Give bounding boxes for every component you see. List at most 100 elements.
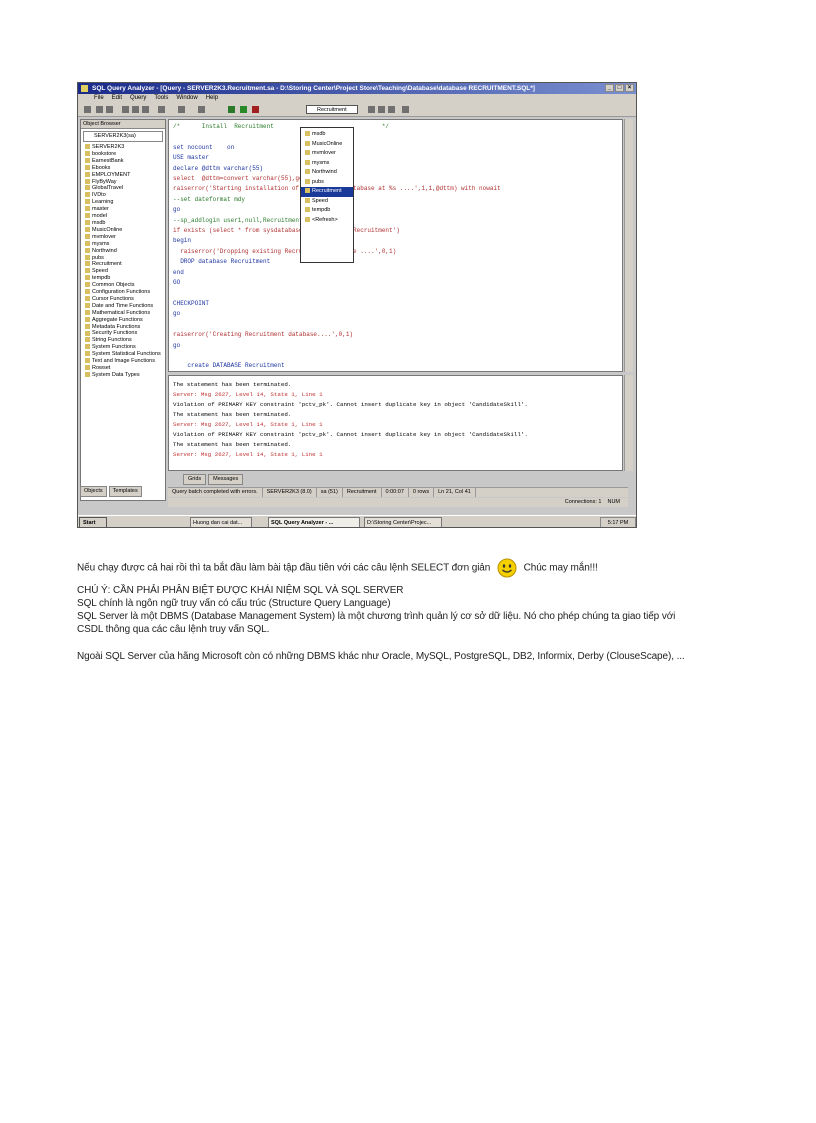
- tree-item[interactable]: Security Functions: [85, 330, 165, 337]
- tree-item[interactable]: Recruitment: [85, 261, 165, 268]
- dropdown-option[interactable]: pubs: [301, 178, 353, 188]
- taskbar-item-3[interactable]: D:\Storing Center\Projec...: [364, 517, 442, 527]
- folder-icon: [85, 358, 90, 364]
- undo-icon[interactable]: [178, 106, 185, 113]
- dropdown-option[interactable]: <Refresh>: [301, 216, 353, 226]
- status-field: sa (51): [317, 488, 343, 497]
- tree-item[interactable]: Text and Image Functions: [85, 358, 165, 365]
- tree-item[interactable]: master: [85, 206, 165, 213]
- result-line: Violation of PRIMARY KEY constraint 'pct…: [173, 431, 528, 438]
- tree-item[interactable]: Aggregate Functions: [85, 317, 165, 324]
- new-query-icon[interactable]: [84, 106, 91, 113]
- dropdown-option[interactable]: mvmlover: [301, 149, 353, 159]
- tree-item[interactable]: Speed: [85, 268, 165, 275]
- folder-icon: [85, 289, 90, 295]
- dropdown-option[interactable]: Speed: [301, 197, 353, 207]
- dropdown-option[interactable]: tempdb: [301, 206, 353, 216]
- save-icon[interactable]: [106, 106, 113, 113]
- tree-item[interactable]: msdb: [85, 220, 165, 227]
- maximize-icon[interactable]: □: [615, 84, 624, 92]
- tree-item-label: Learning: [92, 199, 114, 206]
- find-icon[interactable]: [158, 106, 165, 113]
- minimize-icon[interactable]: _: [605, 84, 614, 92]
- menu-item[interactable]: Help: [206, 94, 218, 103]
- note-heading: CHÚ Ý: CẦN PHẢI PHÂN BIỆT ĐƯỢC KHÁI NIỆM…: [77, 585, 404, 596]
- taskbar-item-2[interactable]: SQL Query Analyzer - ...: [268, 517, 360, 527]
- trace-icon[interactable]: [378, 106, 385, 113]
- status-bar: Query batch completed with errors. SERVER…: [168, 487, 628, 497]
- tree-item[interactable]: tempdb: [85, 275, 165, 282]
- tree-item[interactable]: String Functions: [85, 337, 165, 344]
- menu-item[interactable]: Tools: [154, 94, 168, 103]
- tree-item[interactable]: bookstore: [85, 151, 165, 158]
- object-browser-tab[interactable]: Templates: [108, 486, 142, 497]
- check-icon[interactable]: [228, 106, 235, 113]
- tree-item-label: Mathematical Functions: [92, 309, 151, 316]
- tree-item[interactable]: Metadata Functions: [85, 324, 165, 331]
- tree-item[interactable]: Learning: [85, 199, 165, 206]
- tree-item[interactable]: Common Objects: [85, 282, 165, 289]
- start-button[interactable]: Start: [79, 517, 107, 527]
- status-field: NUM: [607, 499, 620, 505]
- taskbar-item-1[interactable]: Huong dan cai dat...: [190, 517, 252, 527]
- stop-icon[interactable]: [252, 106, 259, 113]
- paste-icon[interactable]: [142, 106, 149, 113]
- tree-item[interactable]: Cursor Functions: [85, 296, 165, 303]
- dropdown-option[interactable]: Recruitment: [301, 187, 353, 197]
- database-select[interactable]: Recruitment: [306, 105, 358, 114]
- dropdown-option[interactable]: MusicOnline: [301, 140, 353, 150]
- tree-item[interactable]: Configuration Functions: [85, 289, 165, 296]
- tree-item[interactable]: IVDto: [85, 192, 165, 199]
- results-scrollbar[interactable]: [624, 375, 633, 471]
- menu-item[interactable]: File: [94, 94, 104, 103]
- tree-item[interactable]: System Functions: [85, 344, 165, 351]
- menu-item[interactable]: Window: [176, 94, 197, 103]
- tree-item[interactable]: MusicOnline: [85, 227, 165, 234]
- folder-icon: [85, 254, 90, 260]
- plan-icon[interactable]: [368, 106, 375, 113]
- dropdown-option[interactable]: msdb: [301, 130, 353, 140]
- close-icon[interactable]: ×: [625, 84, 634, 92]
- open-icon[interactable]: [96, 106, 103, 113]
- menu-item[interactable]: Edit: [112, 94, 122, 103]
- tree-item[interactable]: EarnestBank: [85, 158, 165, 165]
- tree-item[interactable]: Mathematical Functions: [85, 310, 165, 317]
- code-line: if exists (select * from sysdatabases wh…: [173, 227, 400, 235]
- query-editor[interactable]: /* Install Recruitment */ set nocount on…: [168, 119, 623, 372]
- tree-item[interactable]: System Data Types: [85, 372, 165, 379]
- database-dropdown-list: msdb MusicOnline mvmlover mysms Northwind pub…: [300, 127, 354, 263]
- tree-item[interactable]: System Statistical Functions: [85, 351, 165, 358]
- tree-item[interactable]: mysms: [85, 241, 165, 248]
- tree-item[interactable]: EMPLOYMENT: [85, 172, 165, 179]
- tree-item-label: pubs: [92, 254, 104, 261]
- execute-mode-icon[interactable]: [198, 106, 205, 113]
- results-tab[interactable]: Grids: [183, 474, 207, 485]
- tree-item-label: mysms: [92, 240, 110, 247]
- sql-query-analyzer-screenshot: SQL Query Analyzer - [Query - SERVER2K3.…: [77, 82, 637, 528]
- copy-icon[interactable]: [132, 106, 139, 113]
- browser-icon[interactable]: [402, 106, 409, 113]
- server-select[interactable]: SERVER2K3(sa): [83, 131, 163, 142]
- editor-scrollbar[interactable]: [624, 119, 633, 372]
- tree-item[interactable]: SERVER2K3: [85, 144, 165, 151]
- cut-icon[interactable]: [122, 106, 129, 113]
- tree-item[interactable]: Northwind: [85, 248, 165, 255]
- tree-item[interactable]: Ebooks: [85, 165, 165, 172]
- tree-item[interactable]: model: [85, 213, 165, 220]
- tree-item[interactable]: FlyByWay: [85, 179, 165, 186]
- menu-item[interactable]: Query: [130, 94, 146, 103]
- tree-item-label: System Statistical Functions: [92, 351, 161, 358]
- tree-item[interactable]: Rowset: [85, 365, 165, 372]
- folder-icon: [85, 351, 90, 357]
- object-browser-tab[interactable]: Objects: [80, 486, 107, 497]
- results-tab[interactable]: Messages: [208, 474, 244, 485]
- tree-item[interactable]: Date and Time Functions: [85, 303, 165, 310]
- dropdown-option[interactable]: Northwind: [301, 168, 353, 178]
- object-search-icon[interactable]: [388, 106, 395, 113]
- tree-item[interactable]: pubs: [85, 255, 165, 262]
- tree-item[interactable]: mvmlover: [85, 234, 165, 241]
- run-icon[interactable]: [240, 106, 247, 113]
- tree-item[interactable]: GlobalTravel: [85, 185, 165, 192]
- dropdown-option[interactable]: mysms: [301, 159, 353, 169]
